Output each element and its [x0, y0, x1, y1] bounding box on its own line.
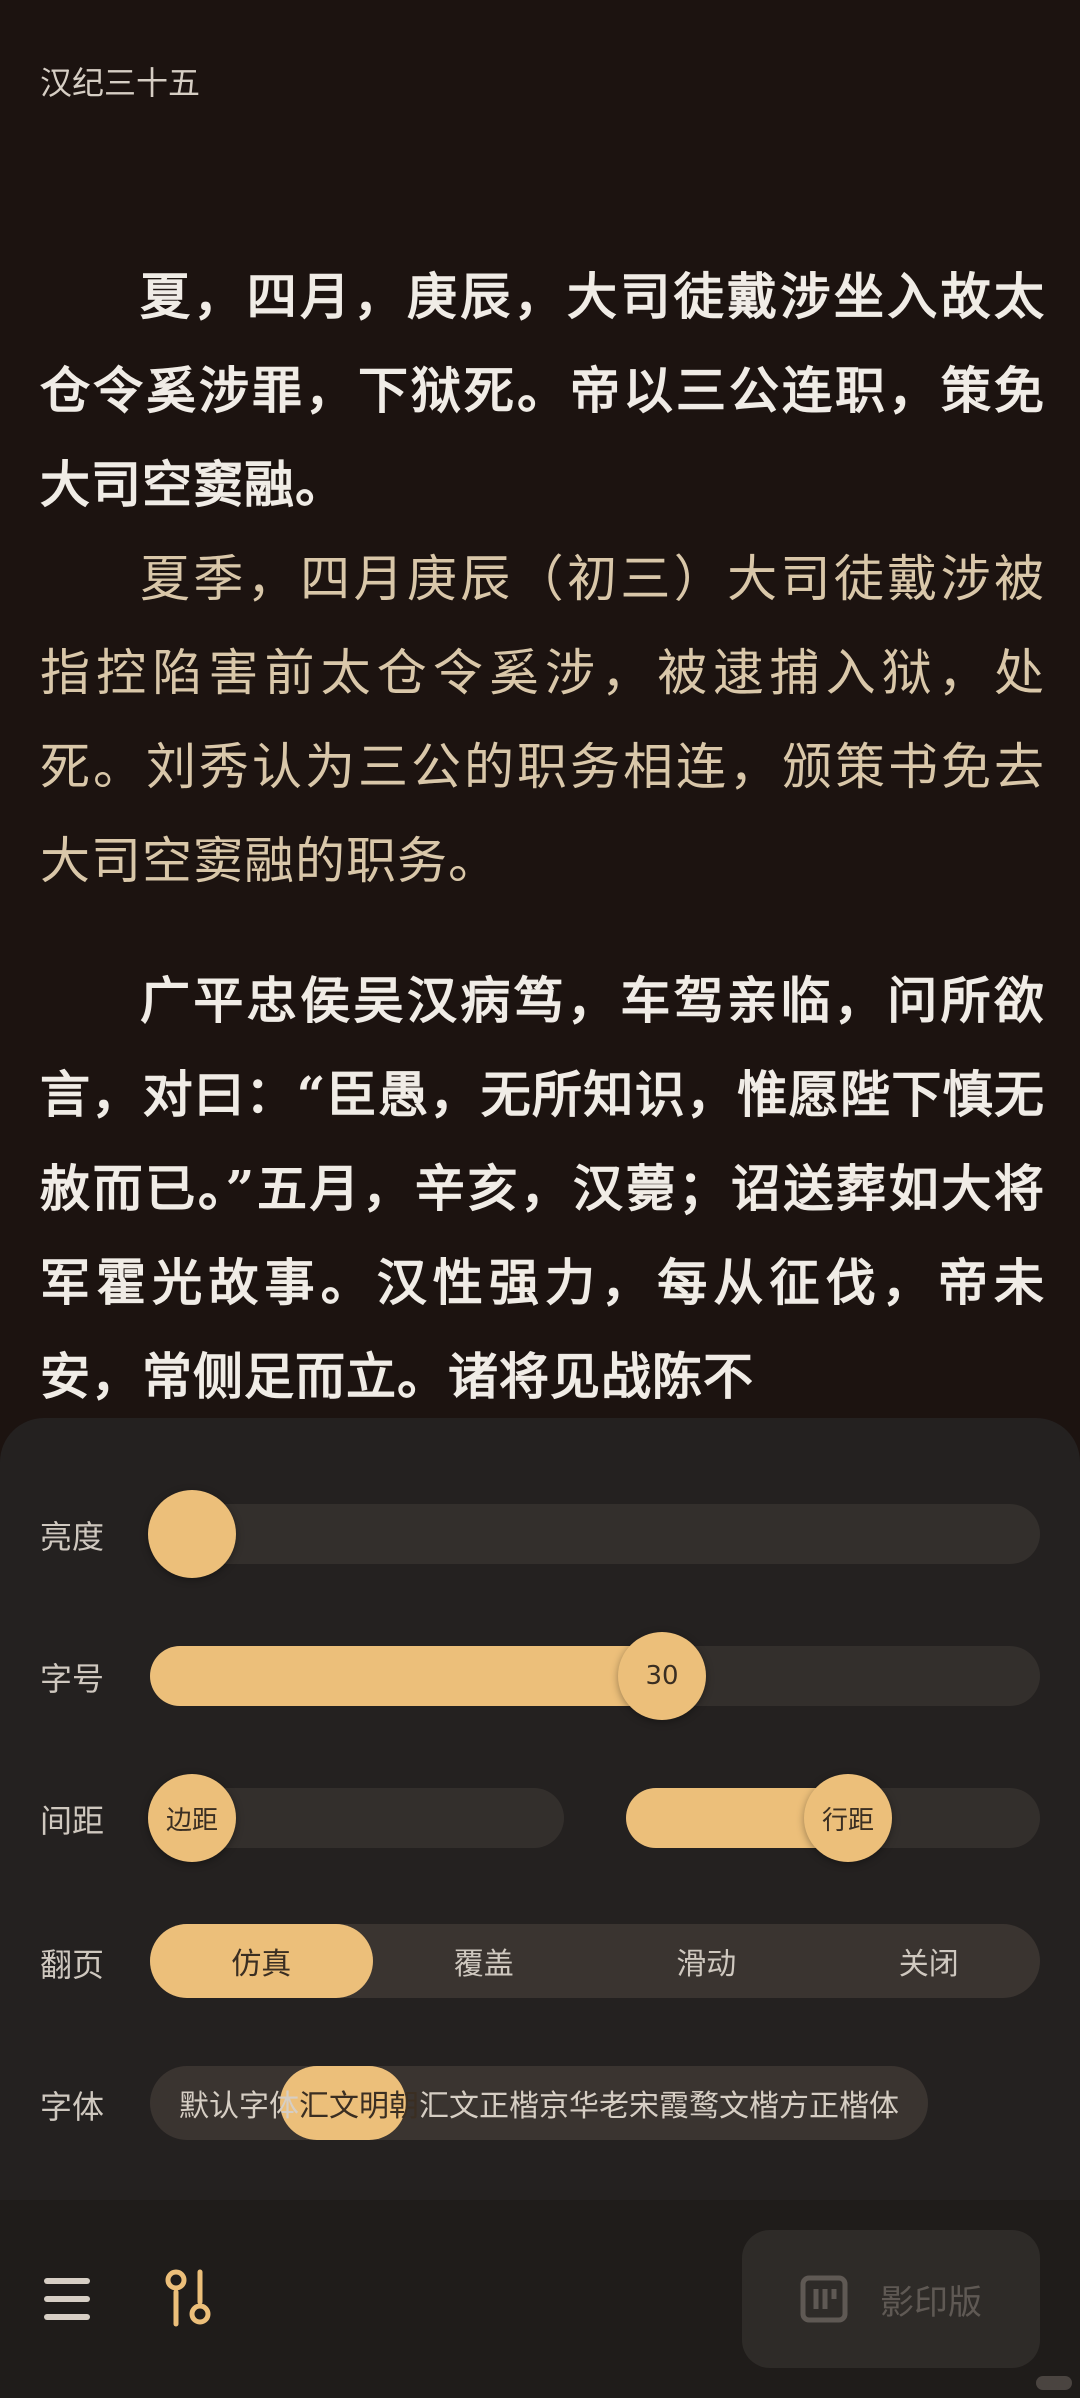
page-turn-label: 翻页 — [40, 1946, 105, 1984]
font-option[interactable]: 京华老宋 — [539, 2081, 659, 2125]
settings-sliders-icon — [165, 2269, 211, 2327]
page-turn-option-slide[interactable]: 滑动 — [595, 1924, 818, 1998]
font-option[interactable]: 默认字体 — [179, 2081, 299, 2125]
font-size-label: 字号 — [40, 1660, 105, 1698]
page-turn-selector: 仿真 覆盖 滑动 关闭 — [150, 1924, 1040, 1998]
corner-watermark — [1036, 2376, 1072, 2390]
font-size-knob[interactable]: 30 — [618, 1632, 706, 1720]
brightness-label: 亮度 — [40, 1518, 105, 1556]
bottom-toolbar: 影印版 — [0, 2200, 1080, 2398]
brightness-knob[interactable] — [148, 1490, 236, 1578]
reading-content[interactable]: 夏，四月，庚辰，大司徒戴涉坐入故太仓令奚涉罪，下狱死。帝以三公连职，策免大司空窦… — [40, 250, 1045, 1424]
line-spacing-knob[interactable]: 行距 — [804, 1774, 892, 1862]
page-turn-option-simulate[interactable]: 仿真 — [150, 1924, 373, 1998]
margin-knob[interactable]: 边距 — [148, 1774, 236, 1862]
line-spacing-slider[interactable]: 行距 — [626, 1774, 1040, 1862]
facsimile-edition-label: 影印版 — [880, 2282, 982, 2323]
page-turn-option-off[interactable]: 关闭 — [818, 1924, 1041, 1998]
brightness-slider[interactable] — [148, 1490, 1040, 1578]
menu-button[interactable] — [42, 2276, 92, 2326]
font-option-selected[interactable]: 汇文明朝 — [299, 2081, 419, 2125]
paragraph-original: 夏，四月，庚辰，大司徒戴涉坐入故太仓令奚涉罪，下狱死。帝以三公连职，策免大司空窦… — [40, 267, 1045, 514]
paragraph-original: 广平忠侯吴汉病笃，车驾亲临，问所欲言，对曰：“臣愚，无所知识，惟愿陛下慎无赦而已… — [40, 971, 1045, 1406]
spacing-label: 间距 — [40, 1802, 105, 1840]
page-turn-option-cover[interactable]: 覆盖 — [373, 1924, 596, 1998]
font-selector: 默认字体 汇文明朝 汇文正楷 京华老宋 霞鹜文楷 方正楷体 — [150, 2066, 928, 2140]
margin-slider[interactable]: 边距 — [148, 1774, 564, 1862]
font-size-fill — [150, 1646, 670, 1706]
menu-icon — [44, 2278, 90, 2320]
chapter-title: 汉纪三十五 — [40, 64, 201, 102]
font-option[interactable]: 方正楷体 — [779, 2081, 899, 2125]
settings-button[interactable] — [164, 2268, 212, 2332]
book-scan-icon — [800, 2275, 848, 2323]
facsimile-edition-button[interactable]: 影印版 — [742, 2230, 1040, 2368]
font-option[interactable]: 汇文正楷 — [419, 2081, 539, 2125]
paragraph-translation: 夏季，四月庚辰（初三）大司徒戴涉被指控陷害前太仓令奚涉，被逮捕入狱，处死。刘秀认… — [40, 550, 1045, 890]
font-size-slider[interactable]: 30 — [150, 1632, 1040, 1720]
font-option[interactable]: 霞鹜文楷 — [659, 2081, 779, 2125]
font-label: 字体 — [40, 2088, 105, 2126]
